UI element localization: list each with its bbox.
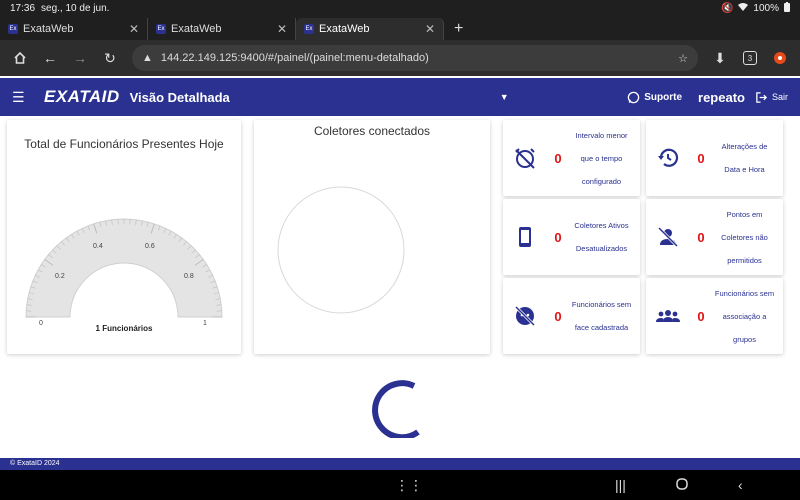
stat-value: 0 (554, 229, 562, 245)
close-tab-icon[interactable]: ✕ (129, 22, 139, 36)
date: seg., 10 de jun. (41, 2, 110, 14)
gauge-caption: 1 Funcionários (95, 324, 153, 333)
stat-label: Alterações de Data e Hora (721, 142, 768, 174)
browser-tab[interactable]: Ex ExataWeb ✕ (148, 18, 296, 40)
logout-icon (756, 91, 768, 103)
app-drawer-icon[interactable]: ⋮⋮ (395, 477, 423, 494)
browser-toolbar: ← → ↻ ▲ 144.22.149.125:9400/#/painel/(pa… (0, 40, 800, 76)
stat-card-short-interval[interactable]: 0 Intervalo menor que o tempo configurad… (503, 120, 640, 196)
close-tab-icon[interactable]: ✕ (277, 22, 287, 36)
tab-title: ExataWeb (171, 23, 222, 35)
face-off-icon (511, 302, 539, 330)
forward-icon[interactable]: → (68, 46, 92, 70)
logout-button[interactable]: Sair (755, 91, 788, 104)
support-label: Suporte (644, 91, 683, 103)
logout-label: Sair (771, 92, 788, 102)
stat-label: Intervalo menor que o tempo configurado (575, 130, 628, 186)
browser-tab[interactable]: Ex ExataWeb ✕ (0, 18, 148, 40)
gauge-tick-label: 0.8 (184, 273, 194, 280)
bookmark-star-icon[interactable]: ☆ (678, 52, 688, 65)
stat-label: Coletores Ativos Desatualizados (574, 221, 629, 253)
groups-icon (654, 302, 682, 330)
stat-value: 0 (554, 150, 562, 166)
address-bar[interactable]: ▲ 144.22.149.125:9400/#/painel/(painel:m… (132, 45, 698, 71)
loading-spinner-icon (372, 380, 420, 438)
app-header: ☰ EXATAID Visão Detalhada ▼ Suporte repe… (0, 78, 800, 116)
tab-title: ExataWeb (23, 23, 74, 35)
alarm-off-icon (511, 144, 539, 172)
hamburger-menu-icon[interactable]: ☰ (12, 89, 32, 106)
tablet-icon (511, 223, 539, 251)
insecure-warning-icon[interactable]: ▲ (142, 52, 153, 64)
reload-icon[interactable]: ↻ (98, 46, 122, 70)
browser-tab-strip: Ex ExataWeb ✕ Ex ExataWeb ✕ Ex ExataWeb … (0, 16, 800, 40)
browser-tab-active[interactable]: Ex ExataWeb ✕ (296, 18, 444, 40)
dropdown-caret-icon[interactable]: ▼ (500, 92, 509, 102)
stat-value: 0 (697, 150, 705, 166)
stat-card-datetime-changes[interactable]: 0 Alterações de Data e Hora (646, 120, 783, 196)
exataweb-favicon-icon: Ex (304, 24, 314, 34)
whatsapp-icon (627, 91, 640, 103)
connected-collectors-card: Coletores conectados (254, 120, 490, 354)
back-icon[interactable]: ← (38, 46, 62, 70)
back-nav-icon[interactable]: ‹ (738, 477, 743, 493)
home-button-icon[interactable] (676, 477, 688, 493)
clock: 17:36 (10, 2, 36, 14)
gauge-tick-label: 0.6 (145, 243, 155, 250)
collectors-pie-chart (277, 186, 405, 314)
person-off-icon (654, 223, 682, 251)
history-icon (654, 144, 682, 172)
tab-title: ExataWeb (319, 23, 370, 35)
gauge-tick-label: 0.4 (93, 243, 103, 250)
stat-label: Funcionários sem face cadastrada (571, 300, 632, 332)
exataweb-favicon-icon: Ex (156, 24, 166, 34)
recent-apps-icon[interactable]: ||| (615, 477, 626, 493)
tab-switcher-button[interactable]: 3 (738, 46, 762, 70)
home-icon[interactable] (8, 46, 32, 70)
system-navigation-bar: ⋮⋮ ||| ‹ (0, 470, 800, 500)
gauge-tick-label: 0.2 (55, 273, 65, 280)
extension-icon[interactable] (768, 46, 792, 70)
new-tab-icon[interactable]: + (444, 18, 473, 40)
page-footer: © ExataID 2024 (0, 458, 800, 470)
page-title: Visão Detalhada (129, 89, 230, 105)
exataweb-favicon-icon: Ex (8, 24, 18, 34)
wifi-icon (738, 2, 749, 14)
download-icon[interactable]: ⬇ (708, 46, 732, 70)
stat-label: Pontos em Coletores não permitidos (721, 209, 768, 265)
username: repeato (698, 89, 745, 105)
exataid-logo: EXATAID (44, 87, 120, 106)
present-employees-gauge (25, 218, 223, 318)
present-employees-card: Total de Funcionários Presentes Hoje 0 0… (7, 120, 241, 354)
tab-count: 3 (743, 51, 757, 65)
support-link[interactable]: Suporte (627, 91, 682, 104)
stat-value: 0 (697, 229, 705, 245)
url-text[interactable]: 144.22.149.125:9400/#/painel/(painel:men… (161, 52, 670, 64)
battery-level: 100% (753, 2, 779, 14)
stat-label: Funcionários sem associação a grupos (714, 288, 775, 344)
mute-icon: 🔇 (720, 2, 734, 14)
system-status-bar: 17:36 seg., 10 de jun. 🔇 100% (0, 0, 800, 16)
stat-card-no-face[interactable]: 0 Funcionários sem face cadastrada (503, 278, 640, 354)
stat-value: 0 (697, 308, 705, 324)
stat-card-unauthorized-punches[interactable]: 0 Pontos em Coletores não permitidos (646, 199, 783, 275)
close-tab-icon[interactable]: ✕ (425, 22, 435, 36)
stat-card-outdated-collectors[interactable]: 0 Coletores Ativos Desatualizados (503, 199, 640, 275)
copyright-text: © ExataID 2024 (10, 460, 60, 467)
stat-card-no-group[interactable]: 0 Funcionários sem associação a grupos (646, 278, 783, 354)
battery-icon (784, 1, 790, 15)
stat-value: 0 (554, 308, 562, 324)
